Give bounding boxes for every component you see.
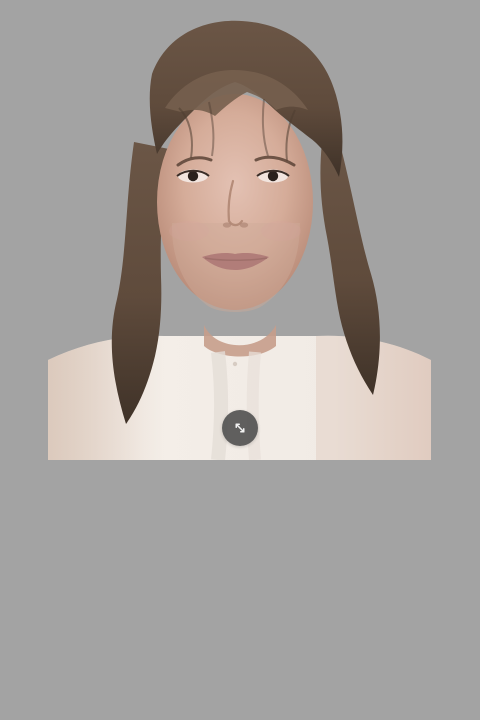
- resize-button[interactable]: expand-arrows-icon: [222, 410, 258, 446]
- expand-arrows-icon: [231, 419, 249, 437]
- portrait-photo[interactable]: [48, 0, 431, 460]
- photo-editor-screen: expand-arrows-icon: [0, 0, 480, 720]
- portrait-photo-illustration: [48, 0, 431, 460]
